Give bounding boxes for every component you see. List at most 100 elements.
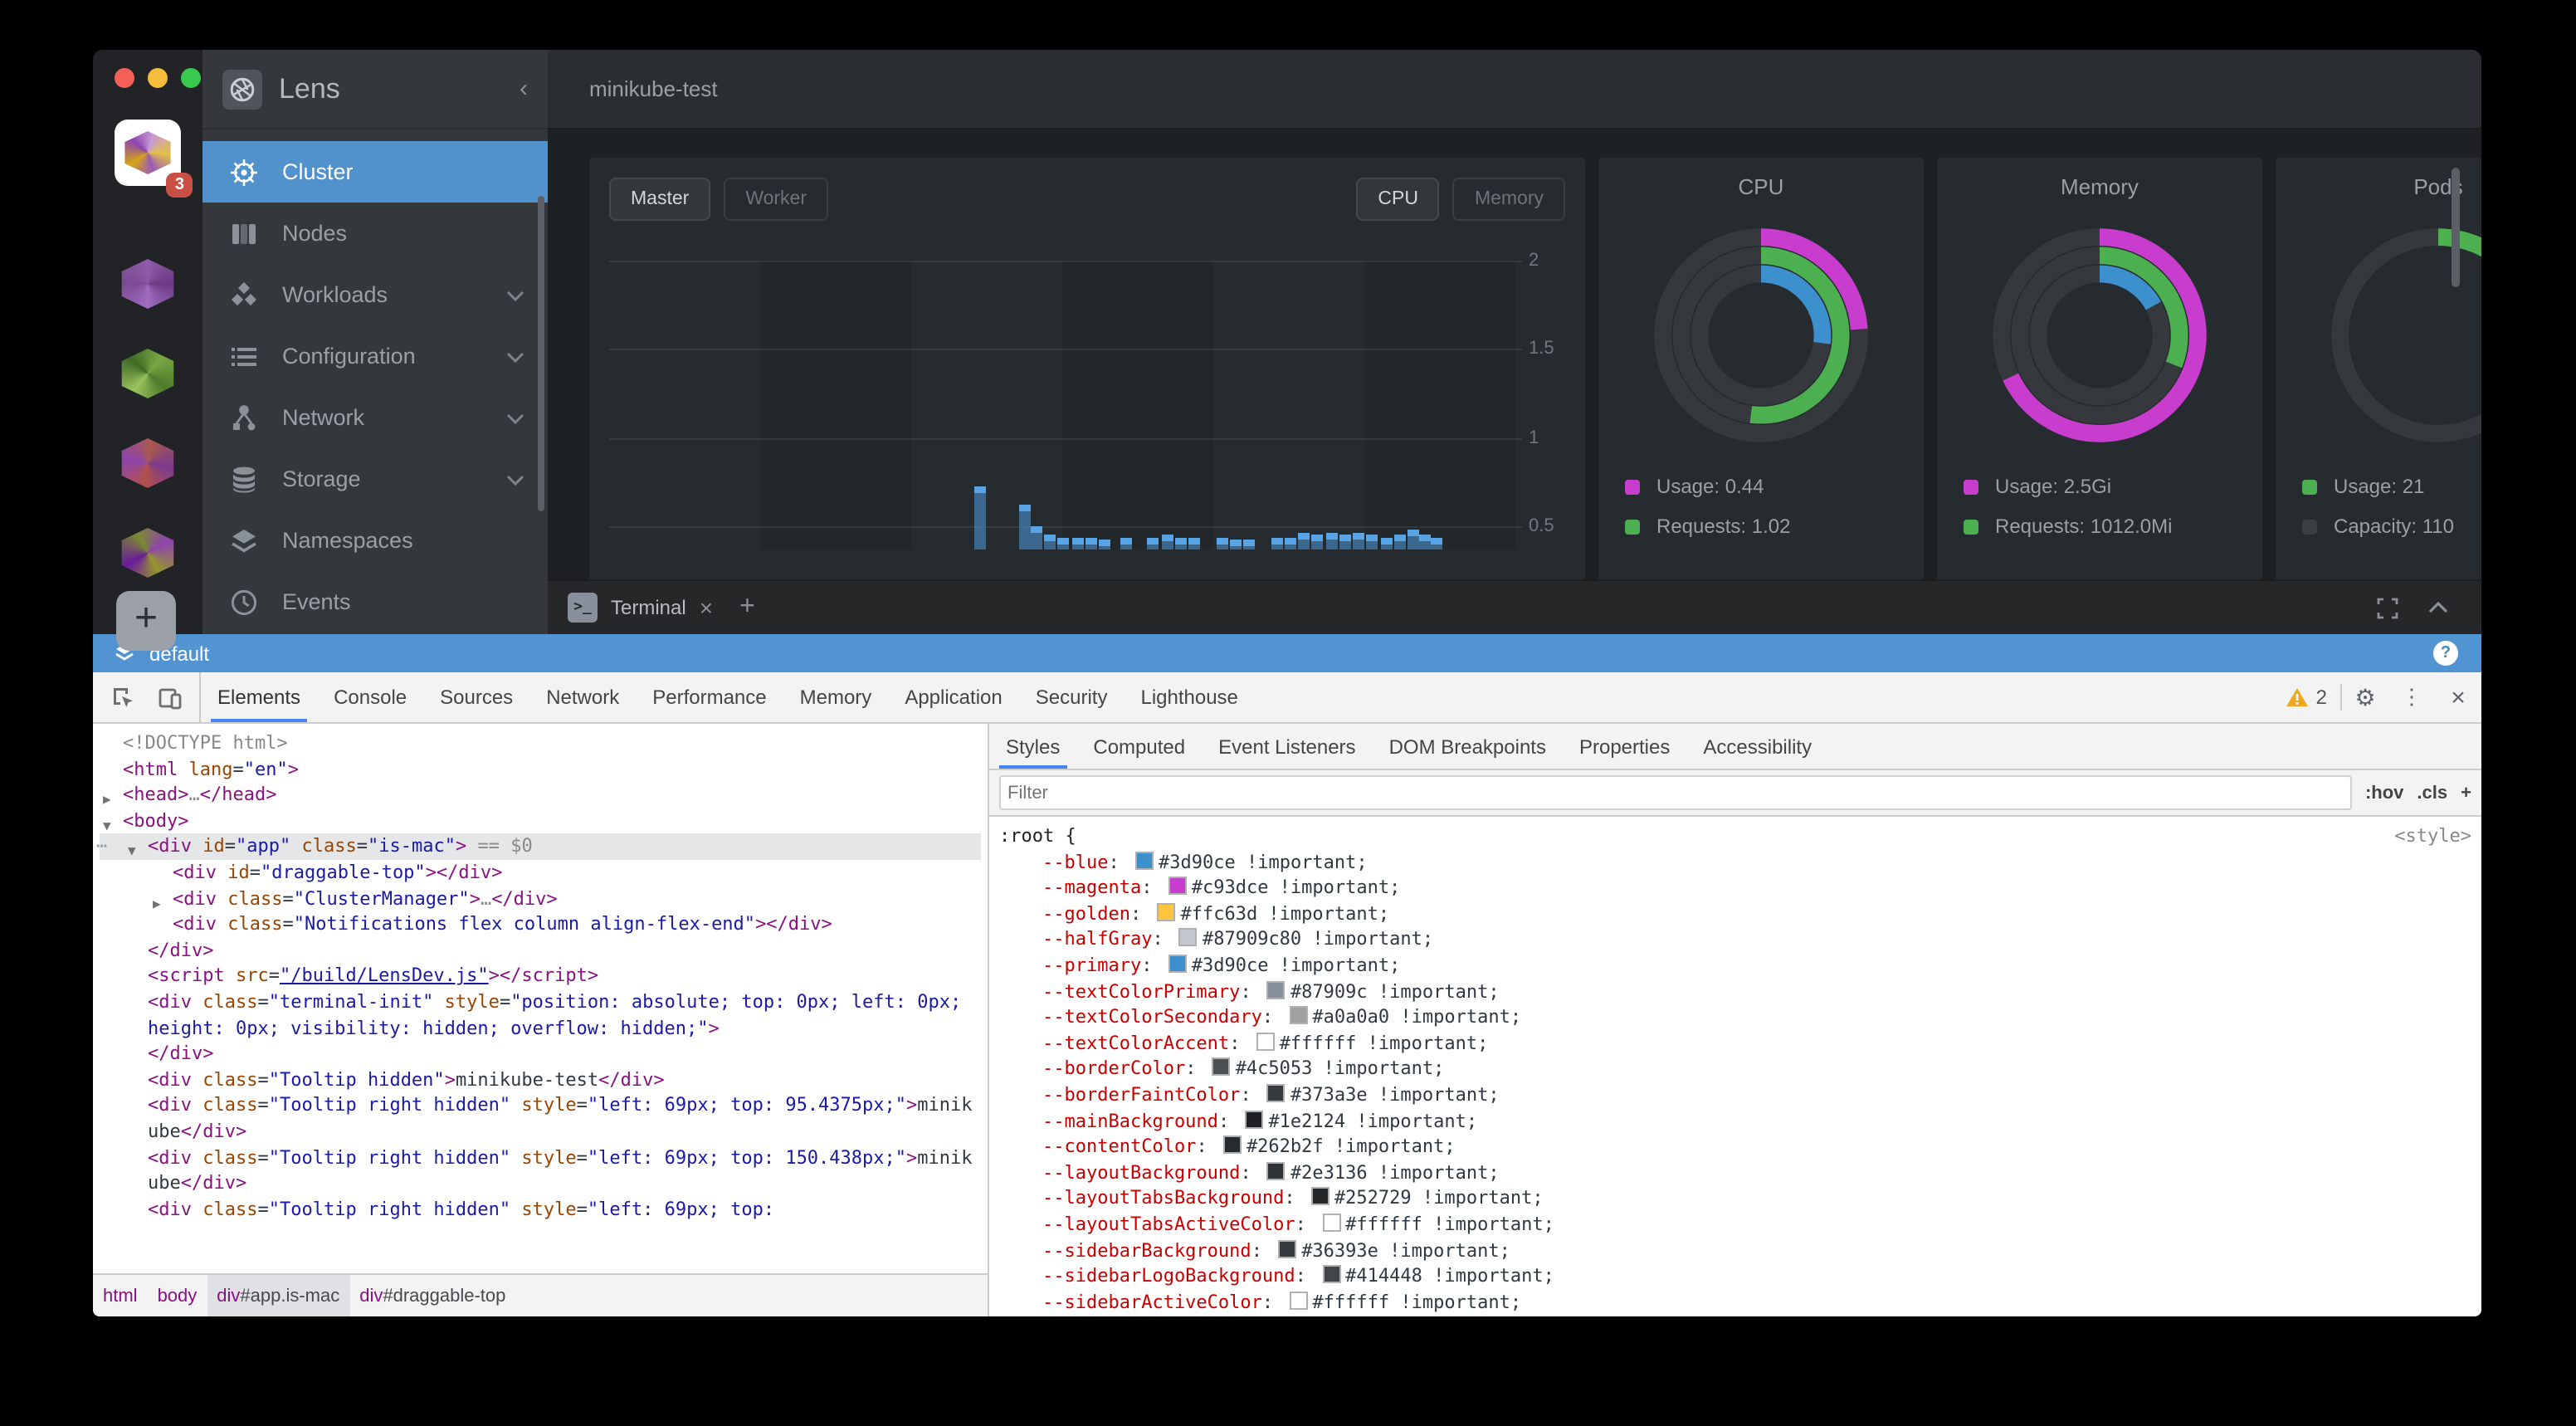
color-swatch[interactable]: [1179, 929, 1198, 947]
css-variable--textcolorsecondary[interactable]: --textColorSecondary: #a0a0a0 !important…: [999, 1004, 2471, 1030]
color-swatch[interactable]: [1267, 980, 1286, 999]
toggle-hover-state-button[interactable]: :hov: [2365, 783, 2403, 803]
content-scrollbar[interactable]: [2452, 168, 2460, 287]
dom-tree-line[interactable]: <div class="Tooltip right hidden" style=…: [100, 1196, 981, 1222]
css-variable--layoutbackground[interactable]: --layoutBackground: #2e3136 !important;: [999, 1160, 2471, 1185]
inspect-element-icon[interactable]: [100, 676, 146, 719]
dom-tree-line[interactable]: <div class="Notifications flex column al…: [100, 911, 981, 937]
devtools-menu-icon[interactable]: ⋮: [2388, 676, 2435, 719]
color-swatch[interactable]: [1245, 1110, 1263, 1128]
close-window-button[interactable]: [115, 68, 134, 88]
color-swatch[interactable]: [1168, 955, 1187, 973]
sidebar-item-namespaces[interactable]: Namespaces: [202, 510, 548, 571]
breadcrumb-item[interactable]: div#draggable-top: [349, 1275, 515, 1316]
dock-collapse-icon[interactable]: [2428, 601, 2448, 614]
breadcrumb-item[interactable]: html: [93, 1275, 148, 1316]
cluster-icon[interactable]: [120, 528, 176, 578]
dom-tree-line[interactable]: ⋯▼<div id="app" class="is-mac"> == $0: [100, 834, 981, 860]
color-swatch[interactable]: [1278, 1239, 1296, 1258]
dom-tree-line[interactable]: </div>: [100, 938, 981, 964]
add-cluster-button[interactable]: +: [116, 591, 176, 651]
dom-tree-line[interactable]: <div class="Tooltip hidden">minikube-tes…: [100, 1067, 981, 1092]
dom-tree-line[interactable]: <div class="Tooltip right hidden" style=…: [100, 1093, 981, 1145]
dom-tree-line[interactable]: ▶<head>…</head>: [100, 782, 981, 808]
css-variable--sidebarbackground[interactable]: --sidebarBackground: #36393e !important;: [999, 1238, 2471, 1263]
dom-tree-line[interactable]: <script src="/build/LensDev.js"></script…: [100, 964, 981, 989]
devtools-tab-sources[interactable]: Sources: [423, 672, 529, 722]
minimize-window-button[interactable]: [148, 68, 168, 88]
color-swatch[interactable]: [1223, 1135, 1242, 1154]
css-variable--contentcolor[interactable]: --contentColor: #262b2f !important;: [999, 1134, 2471, 1160]
color-swatch[interactable]: [1135, 851, 1154, 869]
help-button[interactable]: ?: [2433, 641, 2458, 666]
active-cluster-icon[interactable]: 3: [115, 120, 181, 186]
dom-node-menu-icon[interactable]: ⋯: [96, 834, 105, 860]
devtools-tab-lighthouse[interactable]: Lighthouse: [1124, 672, 1254, 722]
css-variable--mainbackground[interactable]: --mainBackground: #1e2124 !important;: [999, 1108, 2471, 1134]
devtools-tab-elements[interactable]: Elements: [201, 672, 317, 722]
sidebar-scrollbar[interactable]: [538, 196, 544, 511]
color-swatch[interactable]: [1289, 1006, 1307, 1024]
css-variable--golden[interactable]: --golden: #ffc63d !important;: [999, 901, 2471, 927]
css-variable--layouttabsactivecolor[interactable]: --layoutTabsActiveColor: #ffffff !import…: [999, 1212, 2471, 1238]
styles-tab-properties[interactable]: Properties: [1563, 724, 1686, 769]
styles-filter-input[interactable]: [999, 775, 2352, 810]
dom-tree-line[interactable]: <div class="Tooltip right hidden" style=…: [100, 1145, 981, 1196]
fullscreen-icon[interactable]: [2377, 597, 2398, 618]
cluster-icon[interactable]: [120, 438, 176, 488]
devtools-tab-application[interactable]: Application: [888, 672, 1018, 722]
styles-tab-accessibility[interactable]: Accessibility: [1686, 724, 1828, 769]
css-variable--layouttabsbackground[interactable]: --layoutTabsBackground: #252729 !importa…: [999, 1186, 2471, 1212]
sidebar-item-events[interactable]: Events: [202, 571, 548, 632]
console-warnings-badge[interactable]: 2: [2273, 686, 2340, 709]
css-selector[interactable]: :root {: [999, 823, 1076, 849]
sidebar-item-network[interactable]: Network: [202, 387, 548, 448]
devtools-tab-memory[interactable]: Memory: [783, 672, 889, 722]
css-variable--sidebaractivecolor[interactable]: --sidebarActiveColor: #ffffff !important…: [999, 1289, 2471, 1315]
css-variable--primary[interactable]: --primary: #3d90ce !important;: [999, 953, 2471, 979]
sidebar-item-workloads[interactable]: Workloads: [202, 264, 548, 325]
breadcrumb-item[interactable]: div#app.is-mac: [207, 1275, 349, 1316]
color-swatch[interactable]: [1322, 1265, 1340, 1283]
css-variable--blue[interactable]: --blue: #3d90ce !important;: [999, 849, 2471, 875]
terminal-add-icon[interactable]: +: [739, 593, 755, 623]
dom-tree-line[interactable]: </div>: [100, 1041, 981, 1067]
terminal-close-icon[interactable]: ×: [700, 594, 713, 621]
devtools-close-icon[interactable]: ×: [2435, 676, 2481, 719]
toggle-classes-button[interactable]: .cls: [2417, 783, 2447, 803]
cluster-icon[interactable]: [120, 259, 176, 309]
metric-tab-memory[interactable]: Memory: [1453, 178, 1565, 221]
dom-tree-line[interactable]: <div id="draggable-top"></div>: [100, 860, 981, 886]
styles-tab-event-listeners[interactable]: Event Listeners: [1202, 724, 1372, 769]
color-swatch[interactable]: [1267, 1161, 1286, 1179]
css-variable--textcolorprimary[interactable]: --textColorPrimary: #87909c !important;: [999, 979, 2471, 1004]
color-swatch[interactable]: [1256, 1033, 1275, 1051]
devtools-tab-security[interactable]: Security: [1019, 672, 1125, 722]
node-tab-worker[interactable]: Worker: [724, 178, 828, 221]
css-variable--magenta[interactable]: --magenta: #c93dce !important;: [999, 875, 2471, 901]
color-swatch[interactable]: [1289, 1291, 1307, 1309]
dom-tree-line[interactable]: <!DOCTYPE html>: [100, 730, 981, 756]
devtools-tab-performance[interactable]: Performance: [636, 672, 783, 722]
devtools-settings-icon[interactable]: ⚙: [2342, 676, 2388, 719]
breadcrumb-item[interactable]: body: [148, 1275, 207, 1316]
color-swatch[interactable]: [1311, 1188, 1329, 1206]
sidebar-item-configuration[interactable]: Configuration: [202, 325, 548, 387]
color-swatch[interactable]: [1267, 1084, 1286, 1102]
sidebar-item-nodes[interactable]: Nodes: [202, 203, 548, 264]
css-variable--bordercolor[interactable]: --borderColor: #4c5053 !important;: [999, 1057, 2471, 1082]
new-style-rule-button[interactable]: +: [2461, 783, 2471, 803]
color-swatch[interactable]: [1322, 1214, 1340, 1232]
styles-tab-styles[interactable]: Styles: [989, 724, 1076, 769]
sidebar-item-storage[interactable]: Storage: [202, 448, 548, 510]
css-variable--borderfaintcolor[interactable]: --borderFaintColor: #373a3e !important;: [999, 1082, 2471, 1108]
css-variable--textcoloraccent[interactable]: --textColorAccent: #ffffff !important;: [999, 1031, 2471, 1057]
styles-tab-dom-breakpoints[interactable]: DOM Breakpoints: [1373, 724, 1563, 769]
color-swatch[interactable]: [1168, 877, 1187, 895]
dom-tree-line[interactable]: <div class="terminal-init" style="positi…: [100, 989, 981, 1041]
devtools-tab-console[interactable]: Console: [317, 672, 423, 722]
terminal-tab[interactable]: Terminal: [611, 596, 686, 619]
dom-tree-line[interactable]: ▼<body>: [100, 808, 981, 834]
dom-tree-line[interactable]: ▶<div class="ClusterManager">…</div>: [100, 886, 981, 911]
device-toolbar-icon[interactable]: [146, 676, 193, 719]
